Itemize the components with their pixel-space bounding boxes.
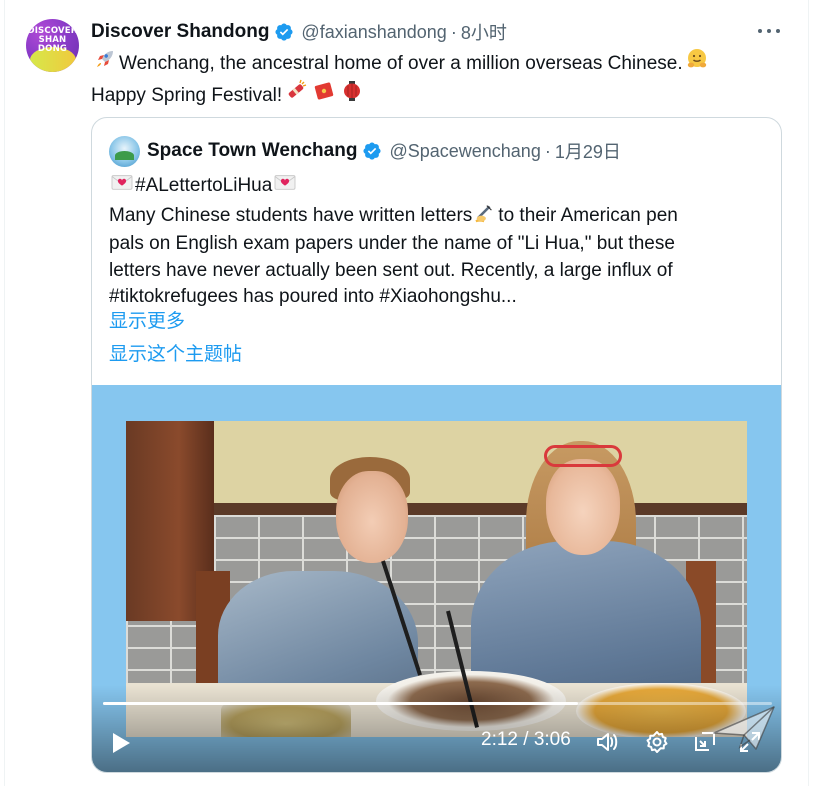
show-more-link[interactable]: 显示更多 bbox=[109, 306, 185, 333]
quoted-verified-badge-icon[interactable] bbox=[362, 141, 382, 161]
video-duration: 3:06 bbox=[533, 729, 571, 750]
quoted-hashtag-line: #ALettertoLiHua bbox=[135, 175, 273, 196]
volume-icon[interactable] bbox=[594, 729, 620, 755]
header-separator: · bbox=[450, 21, 457, 42]
love-letter-icon bbox=[111, 172, 133, 201]
red-envelope-icon bbox=[312, 79, 336, 111]
play-icon[interactable] bbox=[110, 731, 132, 755]
author-avatar[interactable]: DISCOVER SHAN DONG bbox=[26, 19, 79, 72]
video-progress-bar[interactable] bbox=[103, 702, 772, 705]
quoted-author-handle[interactable]: @Spacewenchang bbox=[389, 141, 540, 162]
video-time-separator: / bbox=[523, 729, 529, 750]
paper-plane-watermark-icon bbox=[712, 703, 778, 753]
writing-hand-icon bbox=[474, 201, 496, 232]
video-progress-fill bbox=[103, 702, 578, 705]
quoted-text-line-2: pals on English exam papers under the na… bbox=[109, 233, 675, 254]
quoted-text-line-3: letters have never actually been sent ou… bbox=[109, 259, 673, 281]
rocket-icon bbox=[93, 47, 117, 79]
video-controls-overlay bbox=[92, 685, 781, 772]
quoted-text-line-1: Many Chinese students have written lette… bbox=[109, 204, 473, 226]
quoted-tweet-timestamp[interactable]: 1月29日 bbox=[555, 138, 621, 164]
quoted-tweet-header: Space Town Wenchang @Spacewenchang · 1月2… bbox=[109, 135, 621, 167]
tweet-header: Discover Shandong @faxianshandong · 8小时 bbox=[91, 20, 507, 44]
show-thread-link[interactable]: 显示这个主题帖 bbox=[109, 339, 242, 366]
love-letter-icon bbox=[274, 172, 296, 201]
quoted-author-display-name[interactable]: Space Town Wenchang bbox=[147, 140, 357, 162]
quoted-tweet-text: #ALettertoLiHua Many Chinese students ha… bbox=[109, 172, 769, 311]
more-horizontal-icon[interactable] bbox=[758, 22, 780, 40]
tweet-timestamp[interactable]: 8小时 bbox=[461, 19, 507, 45]
author-display-name[interactable]: Discover Shandong bbox=[91, 21, 269, 43]
video-current-time: 2:12 bbox=[481, 729, 518, 750]
settings-icon[interactable] bbox=[644, 729, 670, 755]
video-time: 2:12 / 3:06 bbox=[481, 729, 571, 751]
tweet-text: Wenchang, the ancestral home of over a m… bbox=[91, 47, 781, 111]
quoted-tweet-card[interactable]: Space Town Wenchang @Spacewenchang · 1月2… bbox=[91, 117, 782, 773]
author-handle[interactable]: @faxianshandong bbox=[301, 22, 446, 43]
video-player[interactable]: 2:12 / 3:06 bbox=[92, 385, 781, 772]
verified-badge-icon[interactable] bbox=[274, 22, 294, 42]
quoted-text-line-1b: to their American pen bbox=[498, 204, 678, 226]
firecracker-icon bbox=[284, 79, 308, 111]
hugging-face-icon bbox=[685, 47, 709, 79]
tweet-text-line-1: Wenchang, the ancestral home of over a m… bbox=[119, 52, 683, 74]
quoted-author-avatar[interactable] bbox=[109, 135, 140, 167]
tweet[interactable]: DISCOVER SHAN DONG Discover Shandong @fa… bbox=[0, 0, 820, 786]
quoted-header-separator: · bbox=[544, 140, 551, 161]
tweet-text-line-2: Happy Spring Festival! bbox=[91, 84, 283, 106]
avatar-logo-text: DISCOVER SHAN DONG bbox=[27, 26, 78, 54]
lantern-icon bbox=[340, 79, 364, 111]
